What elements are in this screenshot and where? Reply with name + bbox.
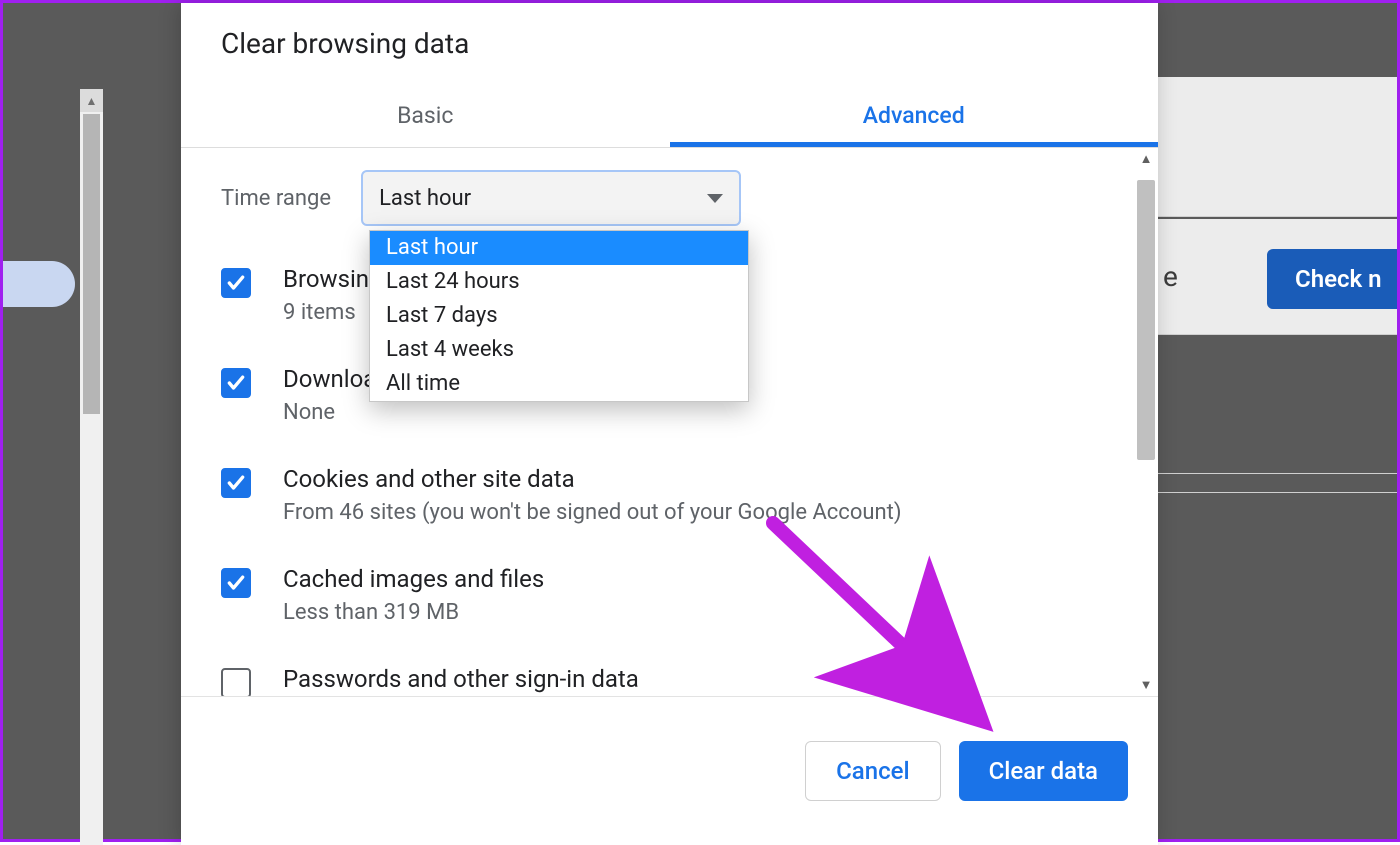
- option-title: Browsin: [283, 262, 369, 296]
- option-subtitle: None: [283, 396, 376, 430]
- bg-scroll-thumb: [83, 114, 100, 414]
- time-range-selected: Last hour: [379, 186, 471, 211]
- option-title: Passwords and other sign-in data: [283, 662, 639, 696]
- option-subtitle: From 46 sites (you won't be signed out o…: [283, 496, 902, 530]
- chevron-down-icon: [707, 194, 723, 203]
- time-range-dropdown: Last hour Last 24 hours Last 7 days Last…: [369, 230, 749, 402]
- clear-browsing-data-dialog: Clear browsing data Basic Advanced Time …: [181, 3, 1158, 845]
- bg-truncated-text: e: [1163, 260, 1178, 293]
- bg-panel-stripe: [1158, 473, 1397, 493]
- checkbox-checked-icon[interactable]: [221, 268, 251, 298]
- dropdown-option-all-time[interactable]: All time: [370, 367, 748, 401]
- scroll-thumb[interactable]: [1137, 180, 1155, 460]
- bg-panel-top: [1158, 77, 1397, 217]
- dialog-scrollbar[interactable]: ▲ ▼: [1134, 148, 1158, 696]
- checkbox-checked-icon[interactable]: [221, 368, 251, 398]
- dialog-body: Time range Last hour Browsin 9 items: [181, 148, 1158, 696]
- option-subtitle: 9 items: [283, 296, 369, 330]
- dropdown-option-last-4-weeks[interactable]: Last 4 weeks: [370, 333, 748, 367]
- option-cached[interactable]: Cached images and files Less than 319 MB: [221, 546, 1118, 646]
- dropdown-option-last-hour[interactable]: Last hour: [370, 231, 748, 265]
- time-range-select[interactable]: Last hour: [361, 170, 741, 226]
- dialog-tabs: Basic Advanced: [181, 88, 1158, 148]
- option-subtitle: Less than 319 MB: [283, 596, 544, 630]
- option-title: Cookies and other site data: [283, 462, 902, 496]
- tab-advanced[interactable]: Advanced: [670, 88, 1159, 147]
- dropdown-option-last-24-hours[interactable]: Last 24 hours: [370, 265, 748, 299]
- checkbox-unchecked-icon[interactable]: [221, 668, 251, 696]
- scroll-track[interactable]: [1134, 170, 1158, 674]
- bg-scroll-up-arrow: ▲: [80, 89, 103, 112]
- time-range-row: Time range Last hour: [181, 148, 1158, 226]
- dialog-title: Clear browsing data: [181, 3, 1158, 78]
- bg-nav-pill: [3, 261, 75, 307]
- checkbox-checked-icon[interactable]: [221, 568, 251, 598]
- option-title: Cached images and files: [283, 562, 544, 596]
- tab-basic[interactable]: Basic: [181, 88, 670, 147]
- bg-check-now-button: Check n: [1267, 249, 1397, 309]
- dialog-footer: Cancel Clear data: [181, 696, 1158, 845]
- clear-data-button[interactable]: Clear data: [959, 741, 1128, 801]
- scroll-up-icon[interactable]: ▲: [1134, 148, 1158, 170]
- time-range-label: Time range: [221, 186, 331, 211]
- option-title: Downloa: [283, 362, 376, 396]
- option-passwords[interactable]: Passwords and other sign-in data: [221, 646, 1118, 696]
- cancel-button[interactable]: Cancel: [805, 741, 940, 801]
- scroll-down-icon[interactable]: ▼: [1134, 674, 1158, 696]
- checkbox-checked-icon[interactable]: [221, 468, 251, 498]
- option-cookies[interactable]: Cookies and other site data From 46 site…: [221, 446, 1118, 546]
- dropdown-option-last-7-days[interactable]: Last 7 days: [370, 299, 748, 333]
